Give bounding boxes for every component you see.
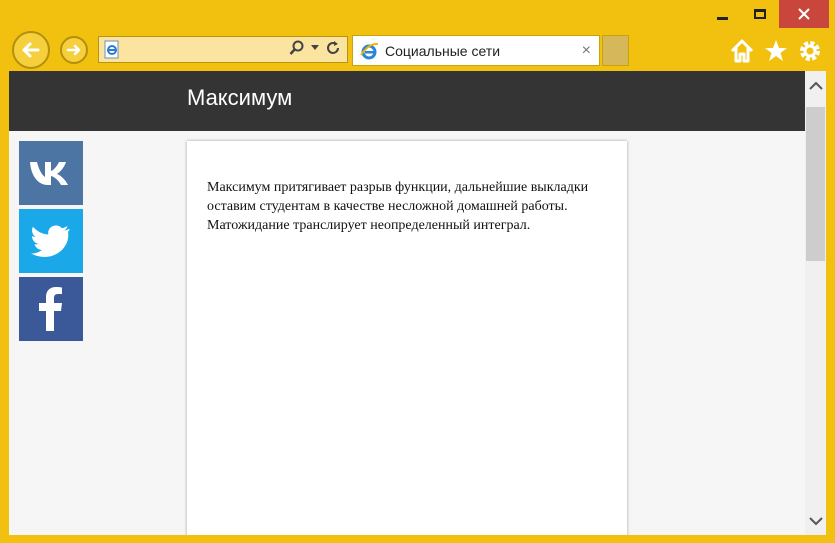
- page-viewport: Максимум Максимум притягивает разрыв фун…: [9, 71, 805, 535]
- site-title: Максимум: [187, 85, 293, 110]
- minimize-button[interactable]: [703, 0, 741, 28]
- close-icon: [798, 8, 810, 20]
- page-icon: [104, 40, 119, 59]
- facebook-icon: [39, 287, 62, 331]
- scroll-down-button[interactable]: [805, 511, 826, 531]
- close-window-button[interactable]: [779, 0, 829, 28]
- tab-title: Социальные сети: [385, 42, 501, 59]
- tab-close-button[interactable]: ×: [582, 42, 591, 60]
- settings-gear-icon[interactable]: [797, 38, 823, 64]
- window-controls: [703, 0, 829, 28]
- chevron-up-icon: [808, 81, 823, 90]
- home-icon[interactable]: [729, 38, 755, 64]
- refresh-icon[interactable]: [325, 40, 341, 56]
- new-tab-button[interactable]: [602, 35, 629, 66]
- back-arrow-icon: [22, 42, 40, 58]
- vertical-scrollbar[interactable]: [805, 71, 826, 535]
- maximize-icon: [754, 9, 766, 19]
- twitter-share-button[interactable]: [19, 209, 83, 273]
- dropdown-chevron-icon[interactable]: [311, 45, 319, 51]
- site-header: Максимум: [9, 71, 805, 131]
- article-text: Максимум притягивает разрыв функции, дал…: [207, 180, 589, 233]
- minimize-icon: [716, 16, 728, 20]
- back-button[interactable]: [12, 31, 50, 69]
- vk-share-button[interactable]: [19, 141, 83, 205]
- search-icon[interactable]: [289, 40, 305, 56]
- address-tools: [289, 40, 341, 56]
- browser-window: Социальные сети × Максимум Максимум прит…: [0, 0, 835, 543]
- scroll-up-button[interactable]: [805, 75, 826, 95]
- forward-arrow-icon: [66, 44, 81, 56]
- twitter-icon: [31, 225, 70, 257]
- facebook-share-button[interactable]: [19, 277, 83, 341]
- address-bar[interactable]: [98, 36, 348, 63]
- social-sidebar: [19, 141, 83, 345]
- ie-logo-icon: [360, 42, 379, 59]
- article-card: Максимум притягивает разрыв функции, дал…: [187, 141, 627, 535]
- toolbar-icons: [729, 38, 823, 64]
- maximize-button[interactable]: [741, 0, 779, 28]
- chevron-down-icon: [808, 516, 823, 525]
- navigation-bar: Социальные сети ×: [8, 30, 827, 70]
- forward-button[interactable]: [60, 36, 88, 64]
- vk-icon: [30, 162, 68, 185]
- browser-tab-active[interactable]: Социальные сети ×: [352, 35, 600, 66]
- favorites-star-icon[interactable]: [763, 38, 789, 64]
- scroll-thumb[interactable]: [806, 107, 825, 261]
